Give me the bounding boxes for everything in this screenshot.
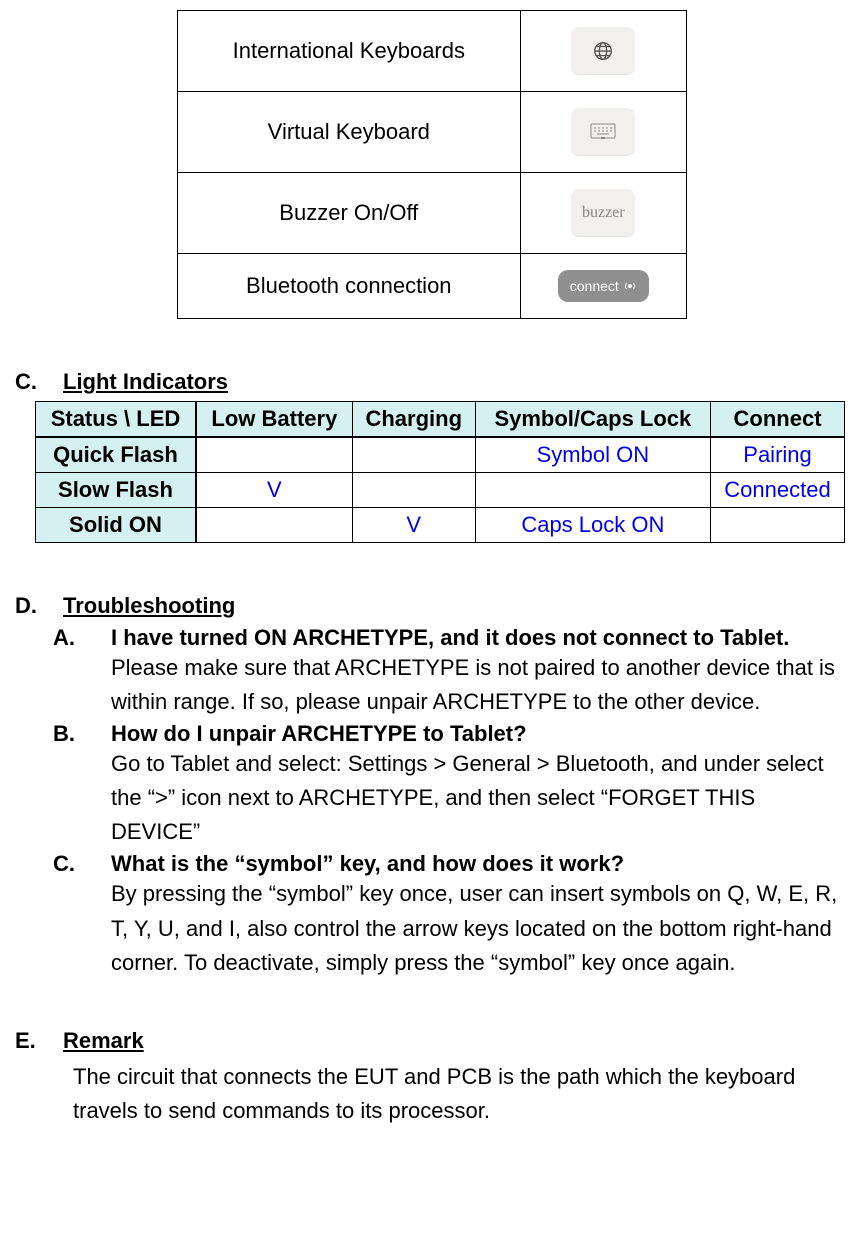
section-title: Remark: [63, 1028, 144, 1054]
table-header: Symbol/Caps Lock: [475, 402, 710, 438]
table-cell: [196, 508, 352, 543]
table-header: Connect: [711, 402, 845, 438]
faq-letter: B.: [53, 721, 81, 849]
table-row: Quick Flash Symbol ON Pairing: [36, 437, 845, 473]
key-label: International Keyboards: [177, 11, 521, 92]
row-header: Slow Flash: [36, 473, 196, 508]
table-header: Charging: [352, 402, 475, 438]
faq-question: How do I unpair ARCHETYPE to Tablet?: [111, 721, 848, 747]
table-row: Slow Flash V Connected: [36, 473, 845, 508]
key-label: Virtual Keyboard: [177, 92, 521, 173]
connect-icon: connect: [558, 270, 649, 302]
section-title: Light Indicators: [63, 369, 228, 395]
faq-answer: Go to Tablet and select: Settings > Gene…: [111, 747, 848, 849]
faq-question: I have turned ON ARCHETYPE, and it does …: [111, 625, 848, 651]
buzzer-icon: buzzer: [571, 189, 635, 237]
section-d-heading: D. Troubleshooting: [15, 573, 848, 625]
keyboard-icon: [571, 108, 635, 156]
remark-text: The circuit that connects the EUT and PC…: [15, 1060, 848, 1128]
section-title: Troubleshooting: [63, 593, 235, 619]
row-header: Quick Flash: [36, 437, 196, 473]
table-cell: Caps Lock ON: [475, 508, 710, 543]
table-cell: [475, 473, 710, 508]
key-icon-cell: buzzer: [521, 173, 686, 254]
key-label: Bluetooth connection: [177, 254, 521, 319]
table-cell: Connected: [711, 473, 845, 508]
table-header: Low Battery: [196, 402, 352, 438]
section-letter: E.: [15, 1028, 43, 1054]
faq-content: What is the “symbol” key, and how does i…: [111, 851, 848, 979]
table-cell: Pairing: [711, 437, 845, 473]
faq-question: What is the “symbol” key, and how does i…: [111, 851, 848, 877]
faq-content: How do I unpair ARCHETYPE to Tablet? Go …: [111, 721, 848, 849]
faq-item: B. How do I unpair ARCHETYPE to Tablet? …: [53, 721, 848, 849]
key-icon-cell: [521, 11, 686, 92]
connect-label: connect: [570, 278, 619, 294]
table-row: Buzzer On/Off buzzer: [177, 173, 686, 254]
table-row: Bluetooth connection connect: [177, 254, 686, 319]
key-icon-cell: [521, 92, 686, 173]
section-e-heading: E. Remark: [15, 1008, 848, 1060]
faq-item: C. What is the “symbol” key, and how doe…: [53, 851, 848, 979]
led-indicator-table: Status \ LED Low Battery Charging Symbol…: [35, 401, 845, 543]
faq-letter: C.: [53, 851, 81, 979]
table-header: Status \ LED: [36, 402, 196, 438]
table-cell: [711, 508, 845, 543]
key-functions-table: International Keyboards Virtual Keyboard: [177, 10, 687, 319]
faq-item: A. I have turned ON ARCHETYPE, and it do…: [53, 625, 848, 719]
faq-answer: By pressing the “symbol” key once, user …: [111, 877, 848, 979]
globe-icon: [571, 27, 635, 75]
faq-letter: A.: [53, 625, 81, 719]
table-row: International Keyboards: [177, 11, 686, 92]
section-letter: D.: [15, 593, 43, 619]
table-cell: V: [352, 508, 475, 543]
key-label: Buzzer On/Off: [177, 173, 521, 254]
table-cell: [352, 437, 475, 473]
section-c-heading: C. Light Indicators: [15, 349, 848, 401]
table-cell: [196, 437, 352, 473]
key-icon-cell: connect: [521, 254, 686, 319]
table-cell: [352, 473, 475, 508]
table-row: Virtual Keyboard: [177, 92, 686, 173]
table-row: Solid ON V Caps Lock ON: [36, 508, 845, 543]
table-header-row: Status \ LED Low Battery Charging Symbol…: [36, 402, 845, 438]
troubleshooting-block: A. I have turned ON ARCHETYPE, and it do…: [15, 625, 848, 980]
faq-answer: Please make sure that ARCHETYPE is not p…: [111, 651, 848, 719]
table-cell: V: [196, 473, 352, 508]
table-cell: Symbol ON: [475, 437, 710, 473]
faq-content: I have turned ON ARCHETYPE, and it does …: [111, 625, 848, 719]
row-header: Solid ON: [36, 508, 196, 543]
section-letter: C.: [15, 369, 43, 395]
